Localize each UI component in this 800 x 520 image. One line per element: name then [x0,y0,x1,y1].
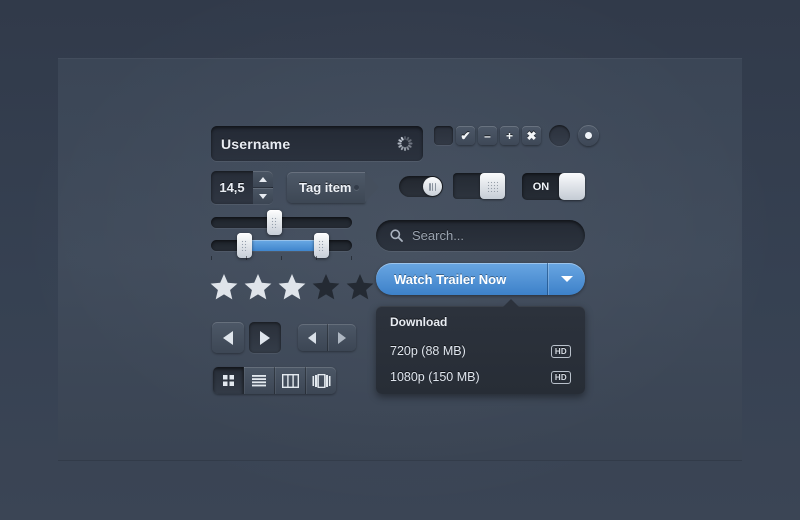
volume-slider-handle[interactable] [267,210,282,235]
grip-lines-icon [429,182,436,191]
search-icon [390,229,403,242]
checkbox-checked-glyph: ✔ [460,128,471,143]
chevron-down-icon [259,193,267,199]
view-coverflow[interactable] [306,367,336,394]
username-input[interactable]: Username [211,126,423,161]
search-placeholder: Search... [412,228,465,243]
stepper-up-button[interactable] [253,171,273,187]
grip-dots-icon [241,240,248,251]
hd-badge: HD [550,344,571,358]
toggle-square-knob [480,173,505,199]
grip-dots-icon [271,217,278,228]
quantity-stepper[interactable]: 14,5 [211,171,273,204]
pager-next-button[interactable] [328,324,357,351]
star-rating[interactable] [210,273,374,300]
tag-hole-icon [354,185,359,190]
checkbox-minus-glyph: – [484,128,491,143]
play-button[interactable] [249,322,281,353]
ui-kit-canvas: Username ✔ – + ✖ 14,5 Tag item ON Search… [0,0,800,520]
list-view-icon [252,374,266,386]
view-list[interactable] [244,367,275,394]
volume-slider[interactable] [211,210,352,235]
range-slider-ticks [211,256,352,261]
toggle-labeled[interactable]: ON [522,173,585,200]
pager-prev-button[interactable] [298,324,328,351]
watch-trailer-label: Watch Trailer Now [394,271,507,287]
download-1080p-label: 1080p (150 MB) [390,370,480,384]
grip-dots-icon [487,180,498,192]
ui-kit-panel [58,58,742,460]
list-item[interactable]: 720p (88 MB) HD [390,338,571,364]
star-icon[interactable] [346,273,374,300]
checkbox-close[interactable]: ✖ [522,126,541,145]
coverflow-view-icon [312,373,330,388]
watch-trailer-button[interactable]: Watch Trailer Now [376,263,585,295]
stepper-value: 14,5 [219,180,245,195]
view-grid[interactable] [213,367,244,394]
stepper-down-button[interactable] [253,188,273,204]
star-icon[interactable] [312,273,340,300]
tag-button[interactable]: Tag item [287,172,379,203]
checkbox-empty[interactable] [434,126,453,145]
view-columns[interactable] [275,367,306,394]
range-slider[interactable] [211,233,352,258]
star-icon[interactable] [210,273,238,300]
view-mode-switcher[interactable] [213,367,336,394]
checkbox-checked[interactable]: ✔ [456,126,475,145]
checkbox-plus-glyph: + [505,128,513,143]
list-item[interactable]: 1080p (150 MB) HD [390,364,571,390]
arrow-left-icon [308,331,317,344]
hd-badge: HD [550,370,571,384]
toggle-labeled-text: ON [532,180,550,193]
toggle-pill-knob [423,177,442,196]
arrow-right-icon [337,331,346,344]
toggle-pill[interactable] [399,176,443,197]
radio-selected[interactable] [578,125,599,146]
play-prev-icon [223,330,233,345]
prev-button[interactable] [212,322,244,353]
range-slider-fill [244,240,321,251]
star-icon[interactable] [244,273,272,300]
stepper-arrows [253,171,273,204]
checkbox-minus[interactable]: – [478,126,497,145]
download-720p-label: 720p (88 MB) [390,344,466,358]
tag-label: Tag item [299,180,352,195]
dropdown-title: Download [390,315,448,329]
loading-spinner-icon [397,136,412,151]
column-view-icon [281,373,299,388]
checkbox-plus[interactable]: + [500,126,519,145]
star-icon[interactable] [278,273,306,300]
checkbox-close-glyph: ✖ [526,128,537,143]
pager-control[interactable] [298,324,356,351]
watch-trailer-dropdown-toggle[interactable] [547,263,585,295]
radio-unselected[interactable] [549,125,570,146]
range-slider-handle-start[interactable] [237,233,252,258]
search-input[interactable]: Search... [376,220,585,251]
range-slider-handle-end[interactable] [314,233,329,258]
play-icon [260,330,270,345]
chevron-up-icon [259,176,267,182]
toggle-square[interactable] [453,173,505,199]
download-dropdown: Download 720p (88 MB) HD 1080p (150 MB) … [376,299,585,394]
grid-view-icon [222,375,234,386]
username-value: Username [221,135,291,152]
toggle-labeled-knob [559,173,585,200]
grip-dots-icon [318,240,325,251]
caret-down-icon [560,276,573,282]
